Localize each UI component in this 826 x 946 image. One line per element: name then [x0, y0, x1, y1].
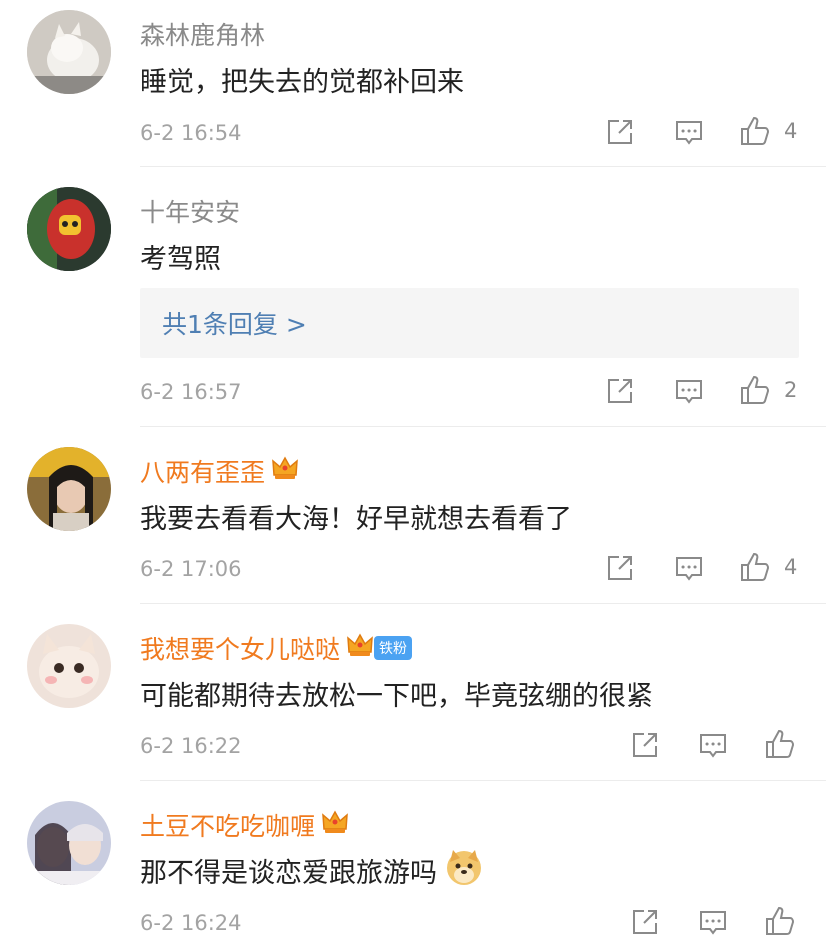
comment-icon[interactable] — [675, 554, 703, 582]
timestamp: 6-2 16:24 — [140, 911, 242, 935]
comment-text: 我要去看看大海！好早就想去看看了 — [140, 504, 572, 535]
like-button[interactable]: 2 — [740, 375, 797, 405]
share-icon[interactable] — [606, 377, 634, 405]
like-count: 4 — [784, 119, 798, 143]
comment-text: 考驾照 — [140, 244, 221, 275]
comment-icon[interactable] — [699, 731, 727, 759]
like-button[interactable]: 4 — [740, 116, 797, 146]
username[interactable]: 我想要个女儿哒哒 铁粉 — [140, 630, 413, 666]
thumbs-up-icon — [741, 116, 770, 145]
avatar[interactable] — [27, 447, 111, 531]
timestamp: 6-2 16:54 — [140, 121, 242, 145]
comment-text: 可能都期待去放松一下吧，毕竟弦绷的很紧 — [140, 681, 653, 712]
timestamp: 6-2 16:22 — [140, 734, 242, 758]
username[interactable]: 十年安安 — [140, 193, 240, 229]
thumbs-up-icon — [766, 729, 795, 758]
fan-badge: 铁粉 — [374, 636, 413, 660]
like-button[interactable] — [765, 906, 797, 936]
divider — [140, 166, 826, 167]
timestamp: 6-2 16:57 — [140, 380, 242, 404]
share-icon[interactable] — [631, 731, 659, 759]
avatar[interactable] — [27, 624, 111, 708]
comment-icon[interactable] — [699, 908, 727, 936]
username[interactable]: 森林鹿角林 — [140, 16, 265, 52]
comment-text: 那不得是谈恋爱跟旅游吗 — [140, 848, 483, 893]
like-button[interactable] — [765, 729, 797, 759]
comment-icon[interactable] — [675, 377, 703, 405]
doge-emoji-icon — [445, 848, 483, 893]
comment-icon[interactable] — [675, 118, 703, 146]
like-button[interactable]: 4 — [740, 552, 797, 582]
share-icon[interactable] — [606, 554, 634, 582]
like-count: 4 — [784, 555, 798, 579]
thumbs-up-icon — [766, 906, 795, 935]
replies-link[interactable]: 共1条回复 > — [140, 288, 799, 358]
share-icon[interactable] — [606, 118, 634, 146]
avatar[interactable] — [27, 801, 111, 885]
username[interactable]: 八两有歪歪 — [140, 453, 299, 489]
crown-icon — [346, 632, 374, 664]
divider — [140, 603, 826, 604]
avatar[interactable] — [27, 187, 111, 271]
crown-icon — [321, 809, 349, 841]
divider — [140, 426, 826, 427]
timestamp: 6-2 17:06 — [140, 557, 242, 581]
avatar[interactable] — [27, 10, 111, 94]
divider — [140, 780, 826, 781]
share-icon[interactable] — [631, 908, 659, 936]
comment-text: 睡觉，把失去的觉都补回来 — [140, 67, 464, 98]
like-count: 2 — [784, 378, 798, 402]
thumbs-up-icon — [741, 375, 770, 404]
crown-icon — [271, 455, 299, 487]
username[interactable]: 土豆不吃吃咖喱 — [140, 807, 349, 843]
thumbs-up-icon — [741, 552, 770, 581]
